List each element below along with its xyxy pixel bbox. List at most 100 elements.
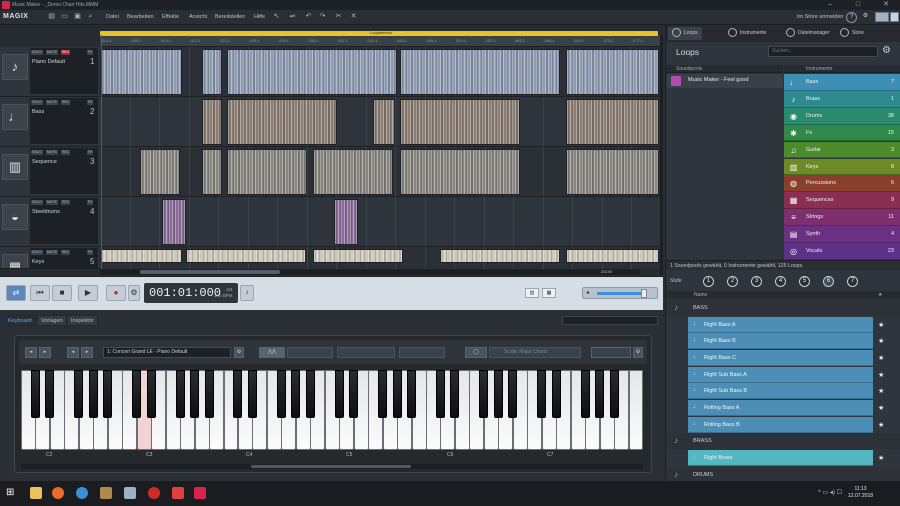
instrument-item-fx[interactable]: ✱ Fx 15 (784, 124, 900, 142)
record-button[interactable]: ● (106, 285, 126, 301)
help-icon[interactable]: ? (846, 12, 857, 23)
piano-keys[interactable] (21, 370, 644, 450)
loop-category[interactable]: ♪ BRASS (666, 433, 900, 450)
tab-inspektor[interactable]: Inspektor (67, 315, 98, 326)
level-button-7[interactable]: 7 (847, 276, 858, 287)
instrument-item-keys[interactable]: ▥ Keys 8 (784, 158, 900, 176)
search-icon[interactable]: ⌕ (86, 13, 95, 21)
audio-clip[interactable] (227, 99, 337, 145)
loops-search-input[interactable]: Suchen... (768, 46, 878, 57)
black-key[interactable] (175, 370, 185, 418)
maximize-button[interactable]: □ (844, 0, 872, 10)
level-button-6[interactable]: 6 (823, 276, 834, 287)
menu-bereitstellen[interactable]: Bereitstellen (215, 14, 245, 20)
audio-clip[interactable] (162, 199, 186, 245)
level-button-1[interactable]: 1 (703, 276, 714, 287)
black-key[interactable] (204, 370, 214, 418)
instrument-item-sequences[interactable]: ▦ Sequences 9 (784, 192, 900, 210)
black-key[interactable] (30, 370, 40, 418)
music-maker-taskbar-icon[interactable] (194, 487, 206, 499)
loop-item[interactable]: ♩ Right Sub Bass A ★ (666, 366, 900, 384)
level-button-5[interactable]: 5 (799, 276, 810, 287)
octave-down-button[interactable]: ◂ (25, 347, 37, 358)
black-key[interactable] (435, 370, 445, 418)
soundpool-item[interactable]: Music Maker - Feel good (667, 74, 783, 88)
audio-clip[interactable] (186, 249, 306, 263)
instrument-item-drums[interactable]: ◉ Drums 38 (784, 107, 900, 125)
audio-clip[interactable] (373, 99, 395, 145)
black-key[interactable] (508, 370, 518, 418)
prev-preset-button[interactable]: ◂ (67, 347, 79, 358)
level-button-4[interactable]: 4 (775, 276, 786, 287)
scale-select[interactable]: Scale: Major Chord (489, 347, 581, 358)
soundpools-header[interactable]: Soundpools (666, 65, 783, 73)
rewind-button[interactable]: ⏮ (30, 285, 50, 301)
black-key[interactable] (103, 370, 113, 418)
white-key[interactable] (628, 370, 644, 450)
tempo-display[interactable]: 4/4 125 BPM (214, 287, 233, 299)
loop-item[interactable]: ♩ Right Bass C ★ (666, 349, 900, 367)
audio-clip[interactable] (202, 149, 222, 195)
favorite-star-icon[interactable]: ★ (878, 387, 884, 395)
black-key[interactable] (609, 370, 619, 418)
arpeggio-toggle[interactable]: ⋀⋀ (259, 347, 285, 358)
file-explorer-icon[interactable] (30, 487, 42, 499)
delete-icon[interactable]: ✕ (349, 13, 358, 21)
black-key[interactable] (132, 370, 142, 418)
instrument-item-strings[interactable]: ≡ Strings 11 (784, 209, 900, 226)
new-file-icon[interactable]: ▤ (47, 13, 56, 21)
black-key[interactable] (190, 370, 200, 418)
black-key[interactable] (349, 370, 359, 418)
cut-icon[interactable]: ✂ (334, 13, 343, 21)
loop-category[interactable]: ♪ BASS (666, 300, 900, 316)
system-tray-icons[interactable]: ^ ▭ ◂) ☐ (818, 489, 842, 496)
save-icon[interactable]: ▣ (73, 13, 82, 21)
favorites-column-star-icon[interactable]: ★ (878, 291, 882, 299)
favorite-star-icon[interactable]: ★ (878, 454, 884, 462)
app-icon-2[interactable] (124, 487, 136, 499)
browser-icon[interactable] (76, 487, 88, 499)
menu-datei[interactable]: Datei (106, 14, 119, 20)
menu-ansicht[interactable]: Ansicht (189, 14, 207, 20)
favorite-star-icon[interactable]: ★ (878, 404, 884, 412)
settings-icon[interactable]: ⚙ (860, 12, 871, 23)
favorite-star-icon[interactable]: ★ (878, 421, 884, 429)
black-key[interactable] (291, 370, 301, 418)
black-key[interactable] (551, 370, 561, 418)
black-key[interactable] (537, 370, 547, 418)
store-login-link[interactable]: Im Store anmelden (797, 14, 843, 20)
tab-loops[interactable]: Loops (668, 27, 702, 40)
loop-item[interactable]: ♩ Right Sub Bass B ★ (666, 383, 900, 400)
keyboard-settings-icon[interactable]: ⚙ (633, 347, 643, 358)
audio-clip[interactable] (566, 49, 659, 95)
minimize-button[interactable]: – (816, 0, 844, 10)
windows-start-icon[interactable]: ⊞ (6, 487, 18, 499)
black-key[interactable] (74, 370, 84, 418)
tab-vorlagen[interactable]: Vorlagen (37, 315, 67, 326)
gear-icon[interactable]: ⚙ (882, 45, 891, 56)
black-key[interactable] (247, 370, 257, 418)
close-button[interactable]: ✕ (872, 0, 900, 10)
instrument-item-bass[interactable]: ♩ Bass 7 (784, 74, 900, 91)
tab-dateimanager[interactable]: Dateimanager (786, 27, 829, 40)
audio-clip[interactable] (400, 49, 560, 95)
master-volume-slider[interactable]: ◂ (582, 287, 658, 299)
loop-button[interactable]: ⇄ (6, 285, 26, 301)
grid-button[interactable]: ▦ (542, 288, 556, 298)
black-key[interactable] (334, 370, 344, 418)
black-key[interactable] (493, 370, 503, 418)
black-key[interactable] (450, 370, 460, 418)
tab-keyboard[interactable]: Keyboard (4, 315, 36, 326)
audio-clip[interactable] (313, 249, 403, 263)
audio-clip[interactable] (566, 149, 659, 195)
track-lane-5[interactable] (100, 247, 660, 269)
menu-hilfe[interactable]: Hilfe (254, 14, 265, 20)
audio-clip[interactable] (227, 149, 307, 195)
next-preset-button[interactable]: ▸ (81, 347, 93, 358)
firefox-icon[interactable] (52, 487, 64, 499)
open-folder-icon[interactable]: ▭ (60, 13, 69, 21)
chord-toggle[interactable]: ◯ (465, 347, 487, 358)
mixer-button[interactable]: ▥ (525, 288, 539, 298)
preset-settings-icon[interactable]: ⚙ (234, 347, 244, 358)
menu-effekte[interactable]: Effekte (162, 14, 179, 20)
